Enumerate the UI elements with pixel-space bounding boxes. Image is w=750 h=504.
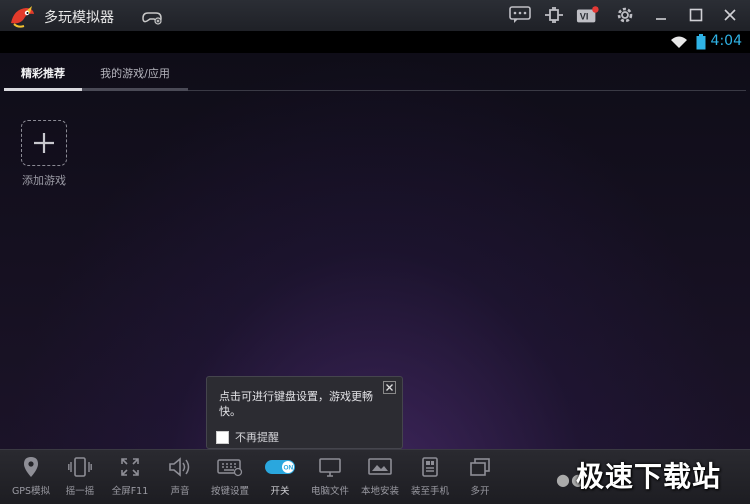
tab-my-games[interactable]: 我的游戏/应用 [82, 59, 188, 87]
tab-featured[interactable]: 精彩推荐 [4, 59, 82, 87]
add-game-box[interactable] [21, 120, 67, 166]
add-game-tile[interactable]: 添加游戏 [20, 120, 68, 188]
close-icon [724, 9, 736, 21]
tab-indicator-inactive [82, 88, 188, 91]
gps-button[interactable]: GPS模拟 [6, 454, 56, 497]
vip-button[interactable]: VI [576, 4, 600, 26]
location-pin-icon [24, 457, 38, 477]
plus-icon [34, 133, 54, 153]
install-icon [368, 458, 392, 475]
multi-window-icon [470, 458, 490, 476]
gamepad-icon[interactable] [140, 6, 164, 26]
install-to-phone-button[interactable]: 装至手机 [405, 454, 455, 497]
dont-remind-option[interactable]: 不再提醒 [216, 429, 279, 445]
svg-text:VI: VI [580, 12, 589, 22]
toggle-on-icon: ON [265, 460, 295, 474]
svg-text:ON: ON [284, 465, 294, 472]
maximize-button[interactable] [684, 4, 708, 26]
tools-button[interactable] [542, 4, 566, 26]
bird-logo-icon [11, 6, 34, 28]
settings-button[interactable] [613, 4, 637, 26]
battery-icon [696, 34, 706, 50]
chat-button[interactable] [508, 4, 532, 26]
window-title: 多玩模拟器 [44, 10, 114, 26]
maximize-icon [689, 8, 703, 22]
chat-icon [509, 6, 531, 23]
close-button[interactable] [718, 4, 742, 26]
multi-instance-button[interactable]: 多开 [455, 454, 505, 497]
fullscreen-icon [121, 458, 139, 476]
local-install-button[interactable]: 本地安装 [355, 454, 405, 497]
minimize-icon [656, 18, 666, 20]
vip-badge-icon: VI [576, 6, 599, 23]
emulator-window: 多玩模拟器 VI 4:04 精彩推荐 我的游戏/应用 添加游戏 点击可进行键盘设… [0, 0, 750, 504]
dont-remind-checkbox[interactable] [216, 430, 229, 444]
pc-files-button[interactable]: 电脑文件 [305, 454, 355, 497]
switch-button[interactable]: ON 开关 [255, 454, 305, 497]
popup-message: 点击可进行键盘设置，游戏更畅快。 [219, 390, 373, 418]
minimize-button[interactable] [649, 4, 673, 26]
phone-install-icon [422, 457, 438, 477]
status-clock: 4:04 [710, 33, 742, 49]
shake-button[interactable]: 摇一摇 [55, 454, 105, 497]
volume-icon [169, 457, 190, 477]
monitor-icon [319, 458, 341, 477]
fullscreen-button[interactable]: 全屏F11 [105, 454, 155, 497]
keyboard-icon [217, 459, 243, 477]
add-game-label: 添加游戏 [22, 174, 66, 187]
dont-remind-label: 不再提醒 [235, 431, 279, 444]
volume-button[interactable]: 声音 [155, 454, 205, 497]
shake-icon [68, 457, 92, 477]
keyboard-tip-popup: 点击可进行键盘设置，游戏更畅快。 不再提醒 [206, 376, 403, 449]
tab-indicator-active [4, 88, 82, 91]
title-bar: 多玩模拟器 VI [0, 0, 750, 32]
wifi-icon [671, 36, 687, 48]
gear-icon [617, 7, 633, 23]
popup-close-button[interactable] [383, 381, 396, 394]
android-status-bar: 4:04 [0, 31, 750, 53]
watermark: 极速下载站 [576, 460, 722, 493]
plugin-icon [545, 7, 563, 23]
close-icon [386, 384, 393, 391]
key-settings-button[interactable]: 按键设置 [205, 454, 255, 497]
